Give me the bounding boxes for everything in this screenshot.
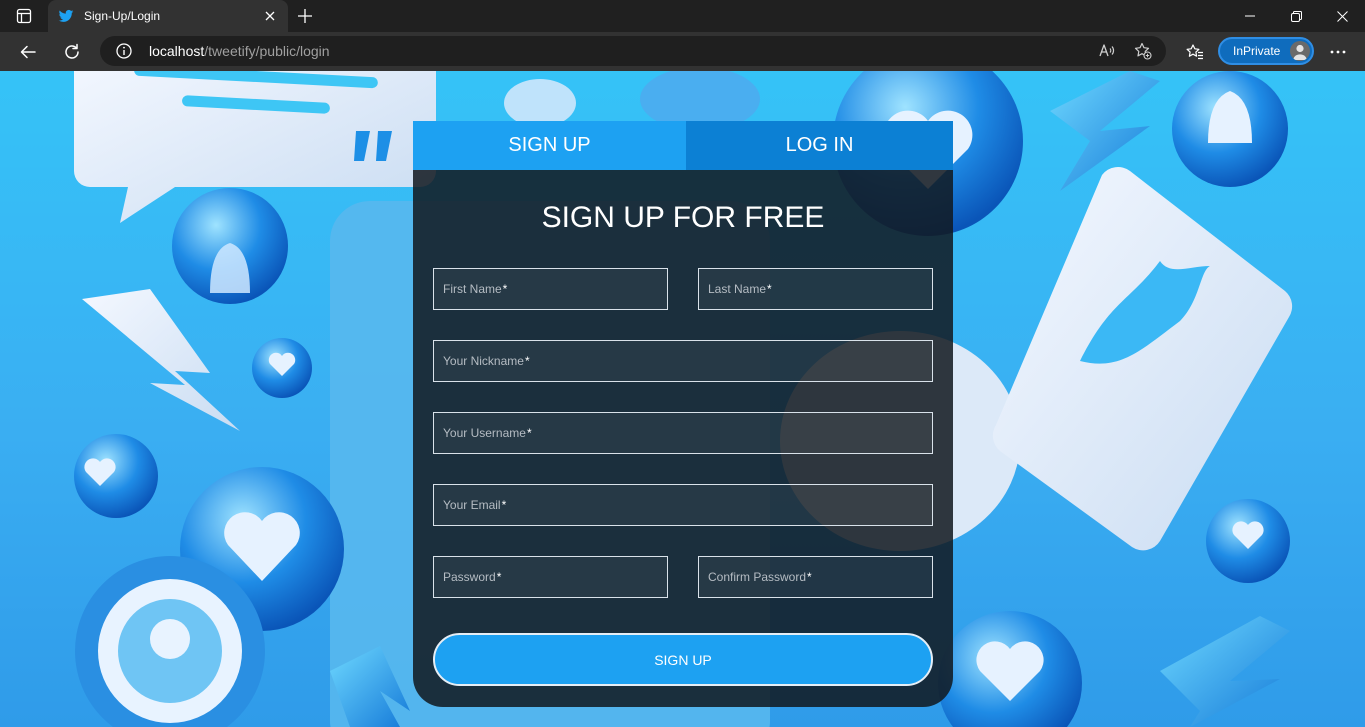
star-plus-icon bbox=[1134, 42, 1152, 60]
heart-ball-decoration bbox=[252, 338, 312, 398]
heart-ball-decoration bbox=[1206, 499, 1290, 583]
ellipsis-icon bbox=[1330, 50, 1346, 54]
tab-login[interactable]: LOG IN bbox=[686, 121, 953, 170]
tab-title: Sign-Up/Login bbox=[84, 9, 161, 23]
profile-avatar bbox=[1290, 41, 1310, 61]
nickname-input[interactable]: Your Nickname* bbox=[433, 340, 933, 382]
bell-ball-decoration bbox=[1172, 71, 1288, 187]
minimize-icon bbox=[1245, 15, 1255, 17]
auth-card: SIGN UP LOG IN SIGN UP FOR FREE First Na… bbox=[413, 121, 953, 707]
twitter-bird-icon bbox=[58, 9, 74, 22]
refresh-button[interactable] bbox=[57, 37, 87, 67]
address-bar[interactable]: localhost/tweetify/public/login bbox=[100, 36, 1166, 66]
browser-toolbar: localhost/tweetify/public/login InPrivat… bbox=[0, 32, 1365, 71]
inprivate-badge[interactable]: InPrivate bbox=[1218, 37, 1314, 65]
tab-close-button[interactable] bbox=[262, 8, 278, 24]
new-tab-button[interactable] bbox=[292, 4, 318, 28]
bell-ball-decoration bbox=[172, 188, 288, 304]
window-close-button[interactable] bbox=[1319, 0, 1365, 32]
back-button[interactable] bbox=[13, 37, 43, 67]
restore-icon bbox=[1290, 10, 1302, 22]
login-page: SIGN UP LOG IN SIGN UP FOR FREE First Na… bbox=[0, 71, 1365, 727]
browser-titlebar: Sign-Up/Login bbox=[0, 0, 1365, 32]
password-input[interactable]: Password* bbox=[433, 556, 668, 598]
minimize-button[interactable] bbox=[1227, 0, 1273, 32]
close-icon bbox=[1336, 10, 1348, 22]
arrow-left-icon bbox=[20, 45, 36, 59]
plus-icon bbox=[298, 9, 312, 23]
confirm-password-placeholder: Confirm Password* bbox=[708, 570, 812, 584]
username-placeholder: Your Username* bbox=[443, 426, 532, 440]
tab-actions-button[interactable] bbox=[8, 4, 40, 28]
close-icon bbox=[265, 11, 275, 21]
tab-actions-icon bbox=[16, 8, 32, 24]
url-text[interactable]: localhost/tweetify/public/login bbox=[149, 43, 330, 59]
signup-submit-button[interactable]: SIGN UP bbox=[433, 633, 933, 686]
first-name-input[interactable]: First Name* bbox=[433, 268, 668, 310]
form-title: SIGN UP FOR FREE bbox=[541, 201, 825, 234]
more-button[interactable] bbox=[1323, 37, 1353, 67]
url-host: localhost bbox=[149, 43, 205, 59]
tab-signup[interactable]: SIGN UP bbox=[413, 121, 686, 170]
twitter-card-decoration bbox=[992, 167, 1293, 551]
user-icon bbox=[1293, 44, 1307, 60]
refresh-icon bbox=[65, 43, 79, 59]
heart-ball-decoration bbox=[938, 611, 1082, 727]
inprivate-label: InPrivate bbox=[1233, 44, 1281, 58]
url-path: /tweetify/public/login bbox=[204, 43, 330, 59]
first-name-placeholder: First Name* bbox=[443, 282, 508, 296]
restore-button[interactable] bbox=[1273, 0, 1319, 32]
cloud-decoration bbox=[504, 79, 576, 127]
lightning-bolt-decoration bbox=[1160, 616, 1290, 727]
lightning-bolt-decoration bbox=[82, 289, 240, 431]
last-name-placeholder: Last Name* bbox=[708, 282, 772, 296]
read-aloud-icon bbox=[1099, 44, 1115, 57]
confirm-password-input[interactable]: Confirm Password* bbox=[698, 556, 933, 598]
password-placeholder: Password* bbox=[443, 570, 502, 584]
favorites-button[interactable] bbox=[1180, 37, 1210, 67]
email-input[interactable]: Your Email* bbox=[433, 484, 933, 526]
username-input[interactable]: Your Username* bbox=[433, 412, 933, 454]
last-name-input[interactable]: Last Name* bbox=[698, 268, 933, 310]
read-aloud-button[interactable] bbox=[1098, 42, 1116, 60]
heart-ball-decoration bbox=[74, 434, 158, 518]
browser-tab[interactable]: Sign-Up/Login bbox=[48, 0, 288, 32]
nickname-placeholder: Your Nickname* bbox=[443, 354, 530, 368]
email-placeholder: Your Email* bbox=[443, 498, 507, 512]
add-favorite-button[interactable] bbox=[1134, 42, 1152, 60]
info-icon[interactable] bbox=[116, 43, 132, 59]
favorites-icon bbox=[1186, 44, 1203, 60]
